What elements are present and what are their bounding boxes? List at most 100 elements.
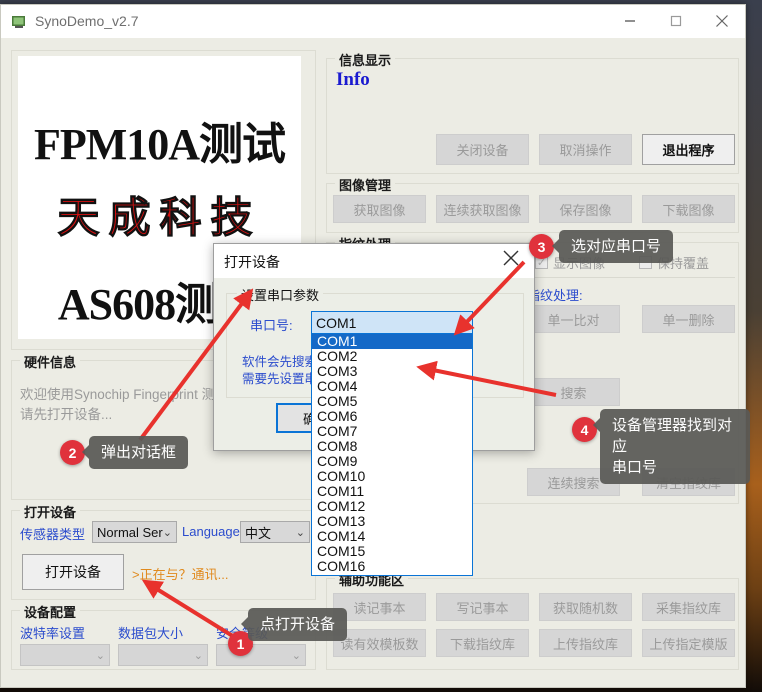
annotation-badge-3: 3 (529, 234, 554, 259)
image-manage-label: 图像管理 (335, 175, 396, 194)
save-image-button[interactable]: 保存图像 (539, 195, 632, 223)
maximize-icon (670, 15, 682, 27)
port-option[interactable]: COM5 (312, 394, 472, 409)
download-image-button[interactable]: 下载图像 (642, 195, 735, 223)
packet-size-label: 数据包大小 (118, 626, 184, 641)
port-select[interactable]: COM1 ⌄ (311, 311, 473, 334)
hardware-info-line-2: 请先打开设备... (20, 407, 113, 422)
annotation-callout-3: 选对应串口号 (551, 230, 674, 263)
chevron-down-icon: ⌄ (162, 526, 172, 539)
save-image-button-label: 保存图像 (559, 202, 612, 218)
app-icon (12, 16, 25, 28)
minimize-button[interactable] (607, 5, 653, 37)
maximize-button[interactable] (653, 5, 699, 37)
continuous-capture-button[interactable]: 连续获取图像 (436, 195, 529, 223)
annotation-callout-2: 弹出对话框 (81, 436, 189, 469)
upload-fingerprint-db-button-label: 上传指纹库 (552, 636, 618, 652)
aux-functions-group: 辅助功能区 读记事本 写记事本 获取随机数 采集指纹库 读有效模板数 下载指纹库… (326, 570, 739, 670)
info-display-label: 信息显示 (335, 50, 396, 69)
get-random-button[interactable]: 获取随机数 (539, 593, 632, 621)
write-notepad-button[interactable]: 写记事本 (436, 593, 529, 621)
port-option[interactable]: COM13 (312, 514, 472, 529)
read-notepad-button-label: 读记事本 (353, 600, 406, 616)
port-option[interactable]: COM4 (312, 379, 472, 394)
port-option[interactable]: COM10 (312, 469, 472, 484)
hardware-info-label: 硬件信息 (20, 352, 81, 371)
chevron-down-icon: ⌄ (193, 649, 203, 662)
capture-image-button[interactable]: 获取图像 (333, 195, 426, 223)
open-device-label: 打开设备 (20, 502, 81, 521)
serial-params-label: 设置串口参数 (237, 285, 324, 304)
close-icon (503, 250, 519, 266)
open-device-button-label: 打开设备 (45, 564, 101, 580)
annotation-callout-1: 点打开设备 (240, 608, 348, 641)
single-match-button-label: 单一比对 (547, 312, 600, 328)
port-number-label: 串口号: (250, 318, 293, 333)
port-option[interactable]: COM2 (312, 349, 472, 364)
close-button[interactable] (699, 5, 745, 37)
chevron-down-icon: ⌄ (291, 649, 301, 662)
single-match-button[interactable]: 单一比对 (527, 305, 620, 333)
port-option[interactable]: COM6 (312, 409, 472, 424)
download-fingerprint-db-button-label: 下载指纹库 (449, 636, 515, 652)
dialog-title-bar: 打开设备 (214, 244, 534, 278)
packet-size-select[interactable]: ⌄ (118, 644, 208, 666)
baudrate-label: 波特率设置 (20, 626, 86, 641)
open-device-status: >正在与？通讯... (132, 567, 229, 582)
exit-program-button[interactable]: 退出程序 (642, 134, 735, 165)
minimize-icon (625, 20, 635, 22)
divider (527, 277, 735, 278)
device-config-label: 设备配置 (20, 602, 81, 621)
sensor-type-select[interactable]: Normal Ser ⌄ (92, 521, 177, 543)
info-display-group: 信息显示 Info 关闭设备 取消操作 退出程序 (326, 50, 739, 174)
download-image-button-label: 下载图像 (662, 202, 715, 218)
single-delete-button[interactable]: 单一删除 (642, 305, 735, 333)
read-valid-templates-button-label: 读有效模板数 (340, 636, 419, 652)
dialog-close-button[interactable] (502, 249, 528, 273)
port-option[interactable]: COM8 (312, 439, 472, 454)
title-bar: SynoDemo_v2.7 (1, 5, 745, 38)
download-fingerprint-db-button[interactable]: 下载指纹库 (436, 629, 529, 657)
dialog-title: 打开设备 (224, 254, 280, 270)
close-device-button[interactable]: 关闭设备 (436, 134, 529, 165)
port-option[interactable]: COM16 (312, 559, 472, 574)
port-option[interactable]: COM1 (312, 334, 472, 349)
preview-line-2: 天成科技 (57, 193, 262, 243)
port-option[interactable]: COM12 (312, 499, 472, 514)
continuous-capture-button-label: 连续获取图像 (443, 202, 522, 218)
get-random-button-label: 获取随机数 (552, 600, 618, 616)
open-device-button[interactable]: 打开设备 (22, 554, 124, 590)
port-option[interactable]: COM15 (312, 544, 472, 559)
close-icon (716, 15, 728, 27)
language-label: Language (182, 524, 240, 539)
collect-fingerprint-db-button[interactable]: 采集指纹库 (642, 593, 735, 621)
annotation-callout-4: 设备管理器找到对应 串口号 (593, 409, 750, 484)
port-select-value: COM1 (316, 314, 357, 331)
fingerprint-section-label: 指纹处理: (527, 288, 583, 303)
search-button[interactable]: 搜索 (527, 378, 620, 406)
window-title: SynoDemo_v2.7 (35, 13, 139, 29)
port-option[interactable]: COM11 (312, 484, 472, 499)
language-select[interactable]: 中文 ⌄ (240, 521, 310, 543)
close-device-button-label: 关闭设备 (456, 143, 509, 158)
chevron-down-icon: ⌄ (457, 315, 468, 330)
search-button-label: 搜索 (560, 385, 587, 401)
language-value: 中文 (245, 525, 272, 541)
write-notepad-button-label: 写记事本 (456, 600, 509, 616)
port-dropdown-list[interactable]: COM1 COM2 COM3 COM4 COM5 COM6 COM7 COM8 COM9 COM1… (311, 333, 473, 576)
upload-template-button[interactable]: 上传指定模版 (642, 629, 735, 657)
cancel-operation-button[interactable]: 取消操作 (539, 134, 632, 165)
sensor-type-label: 传感器类型 (20, 527, 86, 542)
port-option[interactable]: COM14 (312, 529, 472, 544)
upload-fingerprint-db-button[interactable]: 上传指纹库 (539, 629, 632, 657)
open-device-group: 打开设备 传感器类型 Normal Ser ⌄ Language 中文 ⌄ 打开… (11, 502, 316, 600)
upload-template-button-label: 上传指定模版 (649, 636, 728, 652)
cancel-operation-button-label: 取消操作 (559, 143, 612, 158)
baudrate-select[interactable]: ⌄ (20, 644, 110, 666)
port-option[interactable]: COM3 (312, 364, 472, 379)
port-option[interactable]: COM7 (312, 424, 472, 439)
image-manage-group: 图像管理 获取图像 连续获取图像 保存图像 下载图像 (326, 175, 739, 233)
exit-program-button-label: 退出程序 (662, 143, 715, 158)
chevron-down-icon: ⌄ (295, 526, 305, 539)
port-option[interactable]: COM9 (312, 454, 472, 469)
